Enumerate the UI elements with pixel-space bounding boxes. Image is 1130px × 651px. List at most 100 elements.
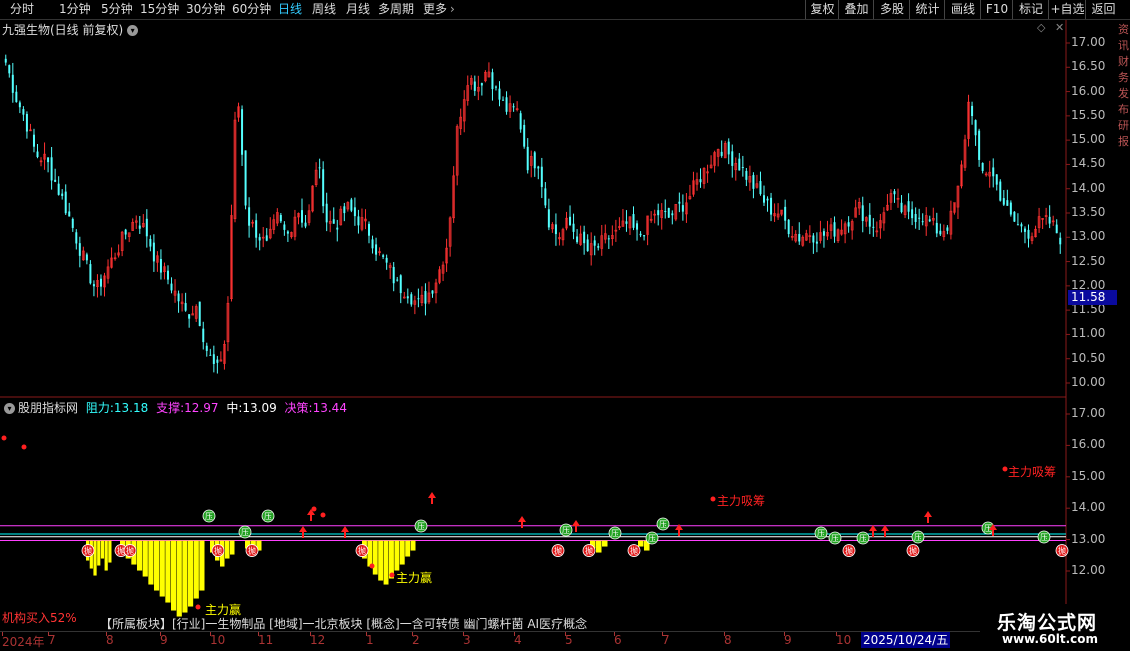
date-axis-label: 1 — [366, 633, 374, 647]
candle-body — [188, 314, 191, 319]
candle-body — [399, 275, 402, 294]
candle-body — [15, 91, 18, 103]
signal-dot — [21, 444, 27, 450]
right-tab[interactable]: 研 — [1118, 120, 1130, 132]
volume-bar — [225, 540, 230, 559]
signal-dot — [195, 604, 201, 610]
candle-body — [68, 211, 71, 217]
right-tab[interactable]: 务 — [1118, 72, 1130, 84]
candle-body — [47, 157, 50, 163]
candle-body — [480, 83, 483, 86]
press-signal-label: 压 — [859, 534, 867, 543]
press-signal-label: 压 — [611, 529, 619, 538]
candle-body — [540, 166, 543, 187]
candle-body — [1027, 229, 1030, 239]
price-axis-label: 15.50 — [1071, 107, 1106, 122]
right-tab[interactable]: 布 — [1118, 104, 1130, 116]
volume-bar — [93, 540, 97, 576]
resistance-value: 13.18 — [113, 401, 149, 415]
date-axis-label: 10 — [210, 633, 226, 647]
sell-signal-label: 抛 — [214, 546, 222, 556]
price-axis-label: 12.50 — [1071, 253, 1106, 268]
volume-bar — [199, 540, 205, 591]
up-arrow-icon — [924, 511, 932, 523]
candle-body — [145, 218, 148, 237]
candle-body — [745, 170, 748, 180]
candle-body — [741, 166, 744, 168]
main-absorb-label-2: 主力吸筹 — [1008, 465, 1057, 479]
candle-body — [657, 210, 660, 216]
candle-body — [586, 239, 589, 252]
candle-body — [248, 207, 251, 226]
date-tick — [614, 632, 615, 636]
candle-body — [727, 141, 730, 155]
right-tab[interactable]: 发 — [1118, 88, 1130, 100]
candle-body — [491, 72, 494, 90]
indicator-axis-label: 12.00 — [1071, 563, 1106, 577]
price-axis-label: 13.50 — [1071, 205, 1106, 219]
candle-body — [893, 191, 896, 195]
candle-body — [336, 227, 339, 230]
candle-body — [1016, 224, 1019, 226]
candle-body — [25, 114, 28, 132]
candle-body — [75, 232, 78, 244]
right-tab[interactable]: 讯 — [1118, 40, 1130, 52]
candle-body — [170, 283, 173, 291]
price-axis-label: 11.00 — [1071, 326, 1106, 341]
candle-body — [473, 81, 476, 91]
candle-body — [512, 106, 515, 108]
date-axis-label: 7 — [662, 633, 670, 647]
candle-body — [815, 241, 818, 244]
candle-body — [498, 88, 501, 100]
candle-body — [54, 179, 57, 182]
candle-body — [375, 244, 378, 255]
candle-body — [939, 230, 942, 235]
candle-body — [554, 224, 557, 235]
indicator-name[interactable]: 股朋指标网 — [18, 401, 78, 415]
candle-body — [353, 207, 356, 217]
date-axis-label: 5 — [565, 633, 573, 647]
candle-body — [914, 214, 917, 222]
date-axis-label: 6 — [614, 633, 622, 647]
volume-bar — [394, 540, 400, 571]
volume-bar — [142, 540, 148, 577]
right-tab[interactable]: 资 — [1118, 24, 1130, 36]
sell-signal-label: 抛 — [248, 546, 256, 556]
kline-chart[interactable]: 抛抛抛抛抛抛抛抛抛抛抛抛压 压压压压压压压压压压压压压 — [0, 0, 1130, 650]
candle-body — [981, 163, 984, 171]
sell-signal-label: 抛 — [909, 546, 917, 556]
main-absorb-label-1: 主力吸筹 — [717, 494, 766, 508]
candle-body — [385, 257, 388, 263]
press-signal-label: 压 — [562, 526, 570, 535]
date-axis-label: 4 — [514, 633, 522, 647]
press-signal-label: 压 — [914, 533, 922, 542]
watermark-name: 乐淘公式网 — [997, 612, 1098, 634]
indicator-axis-label: 17.00 — [1071, 406, 1106, 420]
chevron-down-icon[interactable]: ▾ — [4, 403, 15, 414]
candle-body — [505, 97, 508, 112]
candle-body — [11, 74, 14, 93]
date-tick — [258, 632, 259, 636]
candle-body — [759, 181, 762, 195]
press-signal-label: 压 — [817, 529, 825, 538]
right-tab[interactable]: 报 — [1118, 136, 1130, 148]
date-highlight: 2025/10/24/五 — [861, 632, 951, 648]
resistance-label: 阻力: — [85, 401, 114, 415]
candle-body — [572, 223, 575, 232]
indicator-axis-label: 16.00 — [1071, 437, 1106, 452]
candle-body — [593, 240, 596, 246]
candle-body — [544, 188, 547, 206]
volume-bar — [405, 540, 411, 557]
sell-signal-label: 抛 — [554, 546, 562, 556]
candle-body — [547, 209, 550, 228]
candle-body — [720, 151, 723, 156]
candle-body — [255, 220, 258, 238]
date-tick — [784, 632, 785, 636]
candle-body — [61, 193, 64, 196]
candle-body — [322, 169, 325, 207]
candle-body — [149, 238, 152, 247]
right-tab[interactable]: 财 — [1118, 56, 1130, 68]
candle-body — [636, 223, 639, 230]
up-arrow-icon — [428, 492, 436, 504]
candle-body — [304, 222, 307, 227]
